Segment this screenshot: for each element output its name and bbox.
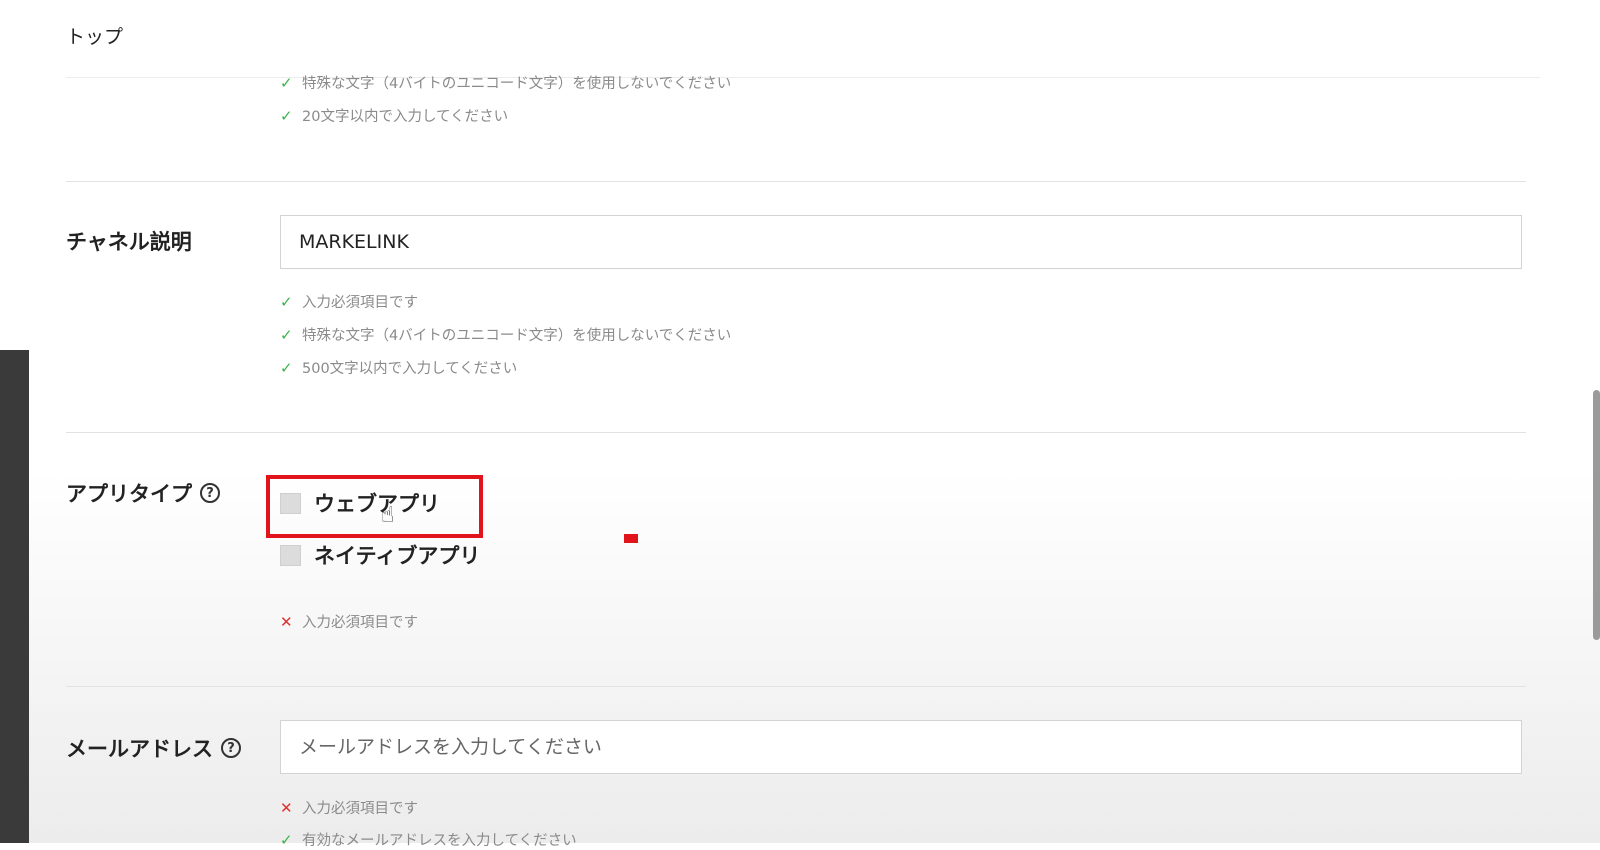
left-edge-shadow xyxy=(0,350,29,843)
email-input[interactable] xyxy=(280,720,1522,774)
check-icon: ✓ xyxy=(280,830,293,849)
rule-text: 20文字以内で入力してください xyxy=(302,109,509,125)
help-icon[interactable]: ? xyxy=(200,483,220,503)
section-divider xyxy=(66,432,1526,433)
rule-text: 入力必須項目です xyxy=(302,801,418,817)
section-divider xyxy=(66,181,1526,182)
native-app-label[interactable]: ネイティブアプリ xyxy=(314,540,480,570)
channel-description-rule-required: ✓ 入力必須項目です xyxy=(280,291,418,312)
channel-description-label: チャネル説明 xyxy=(66,226,192,256)
channel-name-rule-length: ✓ 20文字以内で入力してください xyxy=(280,105,508,126)
section-divider xyxy=(66,686,1526,687)
web-app-label[interactable]: ウェブアプリ xyxy=(314,488,440,518)
breadcrumb-top[interactable]: トップ xyxy=(66,22,123,49)
rule-text: 入力必須項目です xyxy=(302,295,418,311)
channel-description-rule-length: ✓ 500文字以内で入力してください xyxy=(280,357,517,378)
cross-icon: ✕ xyxy=(280,798,293,817)
help-icon[interactable]: ? xyxy=(221,738,241,758)
check-icon: ✓ xyxy=(280,325,293,344)
check-icon: ✓ xyxy=(280,358,293,377)
annotation-marker xyxy=(624,534,638,543)
email-label: メールアドレス ? xyxy=(66,733,241,763)
rule-text: 500文字以内で入力してください xyxy=(302,361,518,377)
app-type-rule-required: ✕ 入力必須項目です xyxy=(280,611,418,632)
app-type-label-text: アプリタイプ xyxy=(66,482,192,506)
channel-name-rule-special-chars: ✓ 特殊な文字（4バイトのユニコード文字）を使用しないでください xyxy=(280,72,731,93)
check-icon: ✓ xyxy=(280,106,293,125)
check-icon: ✓ xyxy=(280,73,293,92)
web-app-checkbox[interactable] xyxy=(280,492,301,514)
email-label-text: メールアドレス xyxy=(66,737,213,761)
rule-text: 特殊な文字（4バイトのユニコード文字）を使用しないでください xyxy=(302,328,732,344)
rule-text: 有効なメールアドレスを入力してください xyxy=(302,833,577,849)
vertical-scrollbar[interactable] xyxy=(1593,390,1600,640)
native-app-option[interactable]: ネイティブアプリ xyxy=(280,540,480,570)
rule-text: 入力必須項目です xyxy=(302,615,418,631)
email-rule-required: ✕ 入力必須項目です xyxy=(280,797,418,818)
channel-description-label-text: チャネル説明 xyxy=(66,230,192,254)
channel-description-rule-special-chars: ✓ 特殊な文字（4バイトのユニコード文字）を使用しないでください xyxy=(280,324,731,345)
email-rule-valid: ✓ 有効なメールアドレスを入力してください xyxy=(280,829,577,850)
native-app-checkbox[interactable] xyxy=(280,544,301,566)
app-type-label: アプリタイプ ? xyxy=(66,478,220,508)
channel-description-input[interactable] xyxy=(280,215,1522,269)
rule-text: 特殊な文字（4バイトのユニコード文字）を使用しないでください xyxy=(302,76,732,92)
cross-icon: ✕ xyxy=(280,612,293,631)
web-app-option[interactable]: ウェブアプリ xyxy=(280,488,440,518)
hand-cursor-icon: ☝ xyxy=(381,503,395,528)
check-icon: ✓ xyxy=(280,292,293,311)
